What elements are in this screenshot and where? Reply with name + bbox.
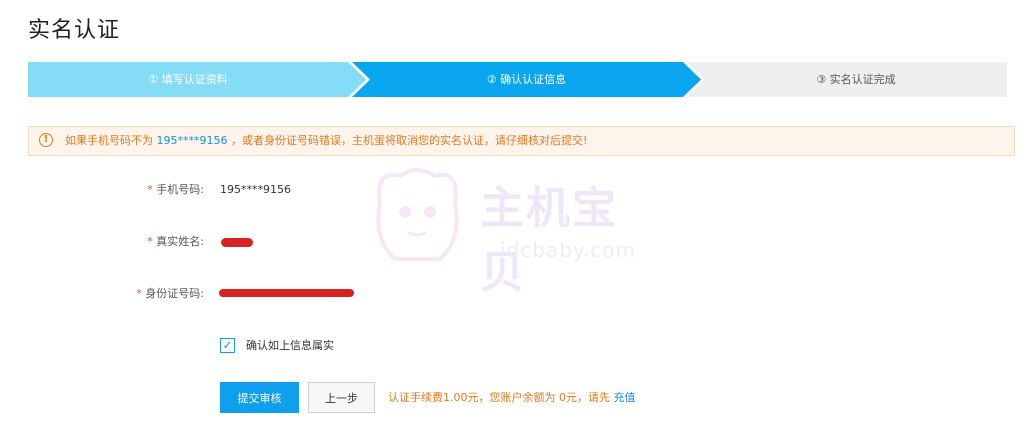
step-label: ② 确认认证信息	[486, 73, 567, 86]
id-label: * 身份证号码:	[136, 287, 204, 300]
alert-phone: 195****9156	[156, 134, 228, 147]
alert-text-before: 如果手机号码不为	[65, 134, 153, 147]
phone-value: 195****9156	[220, 183, 291, 196]
alert-text-after: ，或者身份证号码错误，主机蛋将取消您的实名认证，请仔细核对后提交!	[231, 134, 588, 147]
progress-steps: ① 填写认证资料 ② 确认认证信息 ③ 实名认证完成	[28, 62, 1007, 97]
alert-message: 如果手机号码不为 195****9156 ，或者身份证号码错误，主机蛋将取消您的…	[65, 127, 587, 155]
id-row: * 身份证号码:	[0, 284, 1024, 304]
fee-notice: 认证手续费1.00元，您账户余额为 0元，请先 充值	[388, 389, 636, 405]
step-label: ③ 实名认证完成	[816, 73, 896, 86]
name-label: * 真实姓名:	[147, 235, 204, 248]
fee-text: 认证手续费1.00元，您账户余额为 0元，请先	[388, 391, 610, 404]
phone-row: * 手机号码: 195****9156	[0, 180, 1024, 200]
phone-label: * 手机号码:	[147, 183, 204, 196]
page-title: 实名认证	[28, 18, 121, 43]
step-confirm-info: ② 确认认证信息	[352, 62, 701, 97]
submit-review-button[interactable]: 提交审核	[220, 382, 299, 413]
id-redaction	[219, 289, 354, 297]
warning-icon: !	[39, 133, 53, 147]
step-complete: ③ 实名认证完成	[687, 62, 1007, 97]
confirm-checkbox-label[interactable]: 确认如上信息属实	[246, 337, 334, 355]
watermark: 主机宝贝 idcbaby.com	[360, 160, 660, 298]
step-fill-info: ① 填写认证资料	[28, 62, 366, 97]
confirm-checkbox[interactable]: ✓	[220, 338, 235, 353]
previous-step-button[interactable]: 上一步	[308, 382, 375, 413]
warning-alert: ! 如果手机号码不为 195****9156 ，或者身份证号码错误，主机蛋将取消…	[28, 126, 1015, 156]
recharge-link[interactable]: 充值	[614, 391, 636, 404]
name-row: * 真实姓名:	[0, 232, 1024, 252]
name-redaction	[221, 238, 253, 247]
step-label: ① 填写认证资料	[148, 73, 228, 86]
